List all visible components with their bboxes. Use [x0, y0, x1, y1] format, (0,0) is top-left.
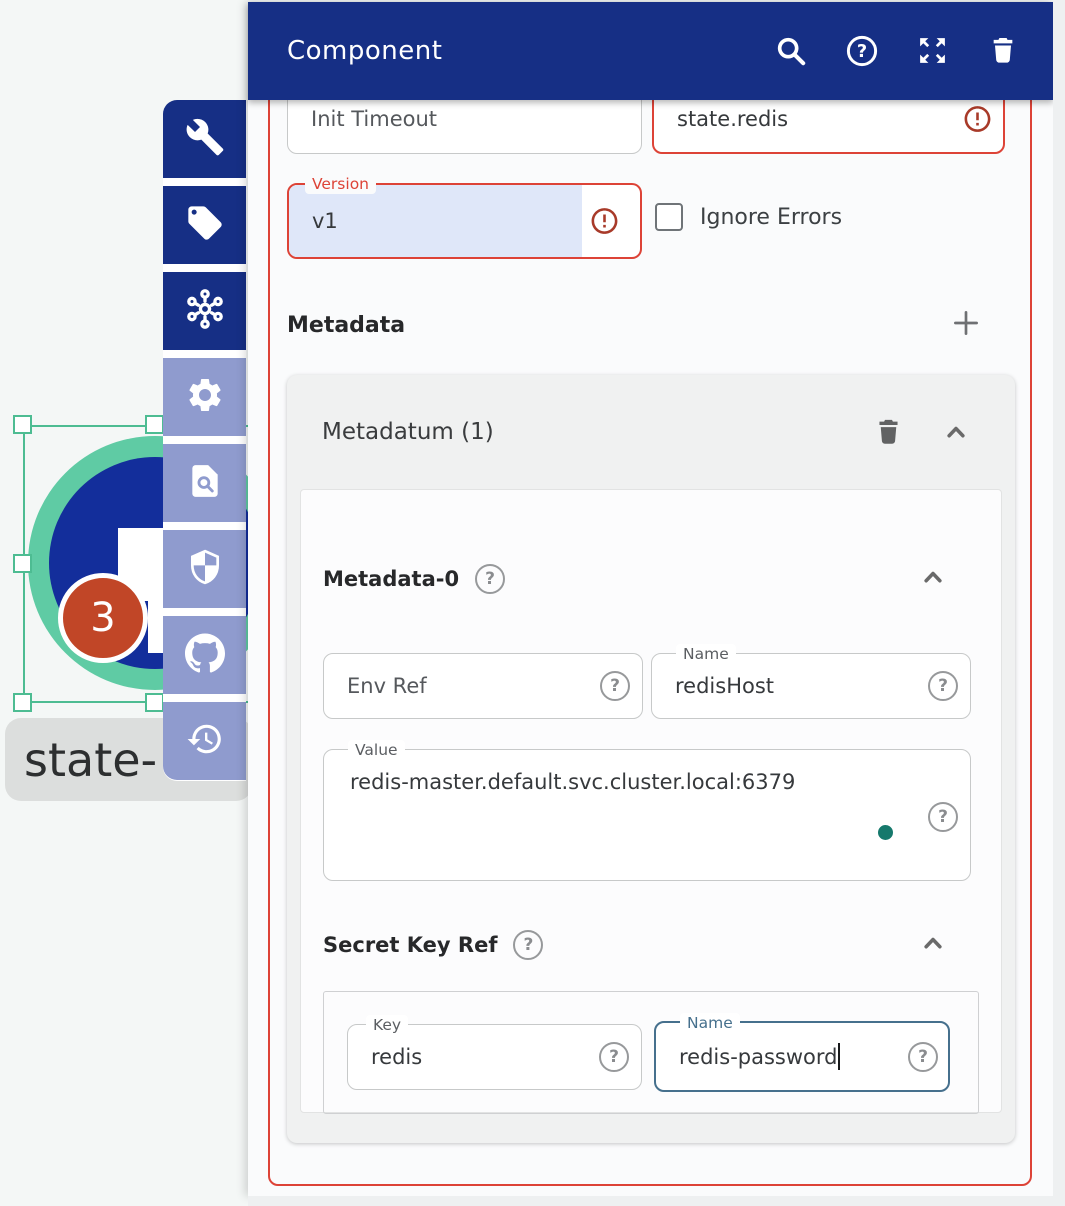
wrench-icon: [185, 117, 225, 161]
collapse-secret-key-ref-button[interactable]: [916, 930, 950, 960]
inspect-definition-button[interactable]: [163, 444, 246, 522]
panel-title: Component: [248, 36, 774, 66]
error-icon: [589, 206, 620, 237]
panel-body: Init Timeout state.redis v1 Version Igno…: [248, 100, 1053, 1196]
doc-search-icon: [186, 462, 224, 504]
metadata-heading: Metadata: [287, 313, 405, 338]
configure-button[interactable]: [163, 100, 246, 178]
settings-button[interactable]: [163, 358, 246, 436]
metadata-name-value: redisHost: [675, 674, 774, 698]
secret-key-value: redis: [371, 1045, 422, 1069]
github-button[interactable]: [163, 616, 246, 694]
ignore-errors-checkbox[interactable]: [655, 203, 683, 231]
plus-icon: [949, 306, 983, 344]
selection-handle-s[interactable]: [145, 693, 164, 712]
collapse-metadata-0-button[interactable]: [916, 564, 950, 594]
node-action-toolbar: [163, 100, 246, 781]
env-ref-field[interactable]: Env Ref ?: [323, 653, 643, 719]
version-label: Version: [305, 174, 376, 194]
tag-icon: [185, 203, 225, 247]
ignore-errors-label: Ignore Errors: [700, 203, 842, 231]
page-background-strip: [1053, 0, 1065, 1206]
security-button[interactable]: [163, 530, 246, 608]
init-timeout-field[interactable]: Init Timeout: [287, 100, 642, 154]
chevron-up-icon: [941, 417, 971, 451]
chevron-up-icon: [918, 928, 948, 962]
metadata-name-field[interactable]: Name redisHost ?: [651, 653, 971, 719]
component-config-panel: Component ?: [248, 2, 1053, 1196]
help-circle-icon[interactable]: ?: [600, 671, 630, 701]
selection-handle-nw[interactable]: [13, 415, 32, 434]
page-background-strip: [248, 1196, 1053, 1206]
metadata-name-label: Name: [676, 644, 736, 664]
collapse-metadatum-button[interactable]: [939, 417, 973, 451]
selection-handle-n[interactable]: [145, 415, 164, 434]
help-icon[interactable]: ?: [845, 34, 879, 68]
secret-key-label: Key: [366, 1015, 408, 1035]
panel-header: Component ?: [248, 2, 1053, 100]
gear-icon: [185, 375, 225, 419]
metadata-value-field[interactable]: Value redis-master.default.svc.cluster.l…: [323, 749, 971, 881]
chevron-up-icon: [918, 562, 948, 596]
delete-metadatum-button[interactable]: [871, 416, 905, 450]
secret-key-field[interactable]: Key redis ?: [347, 1024, 642, 1090]
secret-key-ref-header: Secret Key Ref ?: [323, 930, 543, 960]
metadata-0-header: Metadata-0 ?: [323, 564, 505, 594]
metadatum-body: Metadata-0 ? Env Ref ? Name redisHost ?: [300, 489, 1002, 1113]
help-circle-icon[interactable]: ?: [599, 1042, 629, 1072]
error-icon: [962, 104, 993, 135]
metadatum-accordion: Metadatum (1) Metadata-0 ?: [287, 375, 1015, 1143]
node-error-count-badge: 3: [58, 573, 148, 663]
text-cursor: [838, 1043, 840, 1070]
metadata-value-label: Value: [348, 740, 405, 760]
help-circle-icon[interactable]: ?: [928, 671, 958, 701]
type-field[interactable]: state.redis: [652, 100, 1005, 154]
secret-name-field[interactable]: Name redis-password ?: [654, 1021, 950, 1092]
env-ref-placeholder: Env Ref: [347, 674, 427, 698]
secret-name-label: Name: [680, 1013, 740, 1033]
teal-status-dot: [878, 825, 893, 840]
history-button[interactable]: [163, 702, 246, 780]
help-circle-icon[interactable]: ?: [475, 564, 505, 594]
help-circle-icon[interactable]: ?: [513, 930, 543, 960]
selection-handle-sw[interactable]: [13, 693, 32, 712]
secret-name-value: redis-password: [679, 1045, 837, 1069]
secret-key-ref-group: Key redis ? Name redis-password ?: [323, 991, 979, 1114]
badge-count: 3: [90, 595, 115, 641]
tag-button[interactable]: [163, 186, 246, 264]
version-field[interactable]: v1: [287, 183, 642, 259]
metadata-0-heading: Metadata-0: [323, 567, 459, 591]
init-timeout-placeholder: Init Timeout: [311, 107, 437, 131]
type-value: state.redis: [677, 107, 788, 131]
expand-icon[interactable]: [916, 34, 950, 68]
metadata-value-text: redis-master.default.svc.cluster.local:6…: [350, 770, 795, 794]
delete-component-icon[interactable]: [987, 34, 1021, 68]
version-value: v1: [289, 209, 338, 233]
help-circle-icon[interactable]: ?: [928, 802, 958, 832]
metadatum-title: Metadatum (1): [322, 419, 494, 445]
help-circle-icon[interactable]: ?: [908, 1042, 938, 1072]
github-icon: [185, 633, 225, 677]
search-icon[interactable]: [774, 34, 808, 68]
history-icon: [186, 720, 224, 762]
svg-text:?: ?: [857, 42, 867, 62]
selection-handle-w[interactable]: [13, 554, 32, 573]
trash-icon: [873, 416, 904, 451]
shield-icon: [186, 548, 224, 590]
secret-key-ref-heading: Secret Key Ref: [323, 933, 497, 957]
add-metadata-button[interactable]: [948, 307, 984, 343]
hub-button[interactable]: [163, 272, 246, 350]
hub-icon: [184, 288, 226, 334]
